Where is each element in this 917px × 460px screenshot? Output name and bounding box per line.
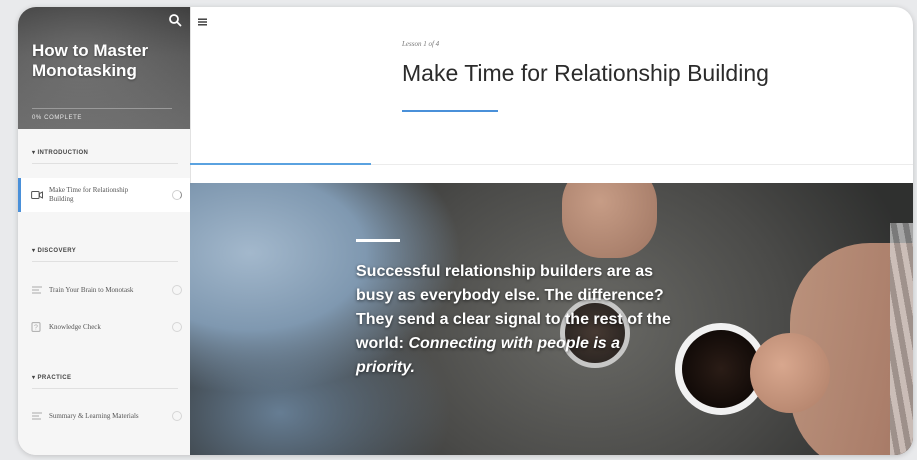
lesson-status-incomplete-icon xyxy=(172,285,182,295)
divider xyxy=(32,388,178,389)
lesson-item-label: Summary & Learning Materials xyxy=(49,411,139,420)
course-title: How to Master Monotasking xyxy=(32,41,149,80)
hamburger-menu-icon[interactable] xyxy=(198,18,207,26)
hero-photo-hand xyxy=(750,333,830,413)
app-window: How to Master Monotasking 0% COMPLETE ▾ … xyxy=(18,7,913,455)
lesson-item-label: Train Your Brain to Monotask xyxy=(49,285,134,294)
quote-accent-bar xyxy=(356,239,400,242)
course-progress-bar xyxy=(32,108,172,109)
quiz-icon: ? xyxy=(31,322,41,332)
course-header: How to Master Monotasking 0% COMPLETE xyxy=(18,7,190,129)
video-lesson-icon xyxy=(31,191,43,199)
hero-photo-sleeve xyxy=(890,223,913,455)
lesson-item-label: Knowledge Check xyxy=(49,322,101,331)
lesson-item-label: Make Time for Relationship Building xyxy=(49,186,129,203)
lesson-status-incomplete-icon xyxy=(172,411,182,421)
lesson-item-knowledge-check[interactable]: ? Knowledge Check xyxy=(18,310,190,344)
divider xyxy=(32,261,178,262)
search-icon[interactable] xyxy=(168,13,182,27)
lesson-content: Lesson 1 of 4 Make Time for Relationship… xyxy=(190,7,913,455)
lesson-status-in-progress-icon xyxy=(172,190,182,200)
text-lesson-icon xyxy=(32,286,42,294)
section-discovery[interactable]: ▾ DISCOVERY xyxy=(32,247,76,254)
section-practice[interactable]: ▾ PRACTICE xyxy=(32,374,71,381)
hero-image-coffee-hands: Successful relationship builders are as … xyxy=(190,183,913,455)
svg-text:?: ? xyxy=(34,325,38,332)
lesson-count: Lesson 1 of 4 xyxy=(402,40,440,48)
text-lesson-icon xyxy=(32,412,42,420)
section-introduction[interactable]: ▾ INTRODUCTION xyxy=(32,149,88,156)
hero-photo-hand xyxy=(562,183,657,258)
lesson-status-incomplete-icon xyxy=(172,322,182,332)
lesson-item-make-time[interactable]: Make Time for Relationship Building xyxy=(18,178,190,212)
course-progress-label: 0% COMPLETE xyxy=(32,115,82,121)
course-sidebar: How to Master Monotasking 0% COMPLETE ▾ … xyxy=(18,7,191,455)
lesson-progress-fill xyxy=(190,163,371,165)
lesson-item-summary[interactable]: Summary & Learning Materials xyxy=(18,399,190,433)
hero-quote: Successful relationship builders are as … xyxy=(356,260,676,380)
lesson-title: Make Time for Relationship Building xyxy=(402,60,769,86)
title-accent-bar xyxy=(402,110,498,112)
divider xyxy=(32,163,178,164)
lesson-item-train-your-brain[interactable]: Train Your Brain to Monotask xyxy=(18,273,190,307)
